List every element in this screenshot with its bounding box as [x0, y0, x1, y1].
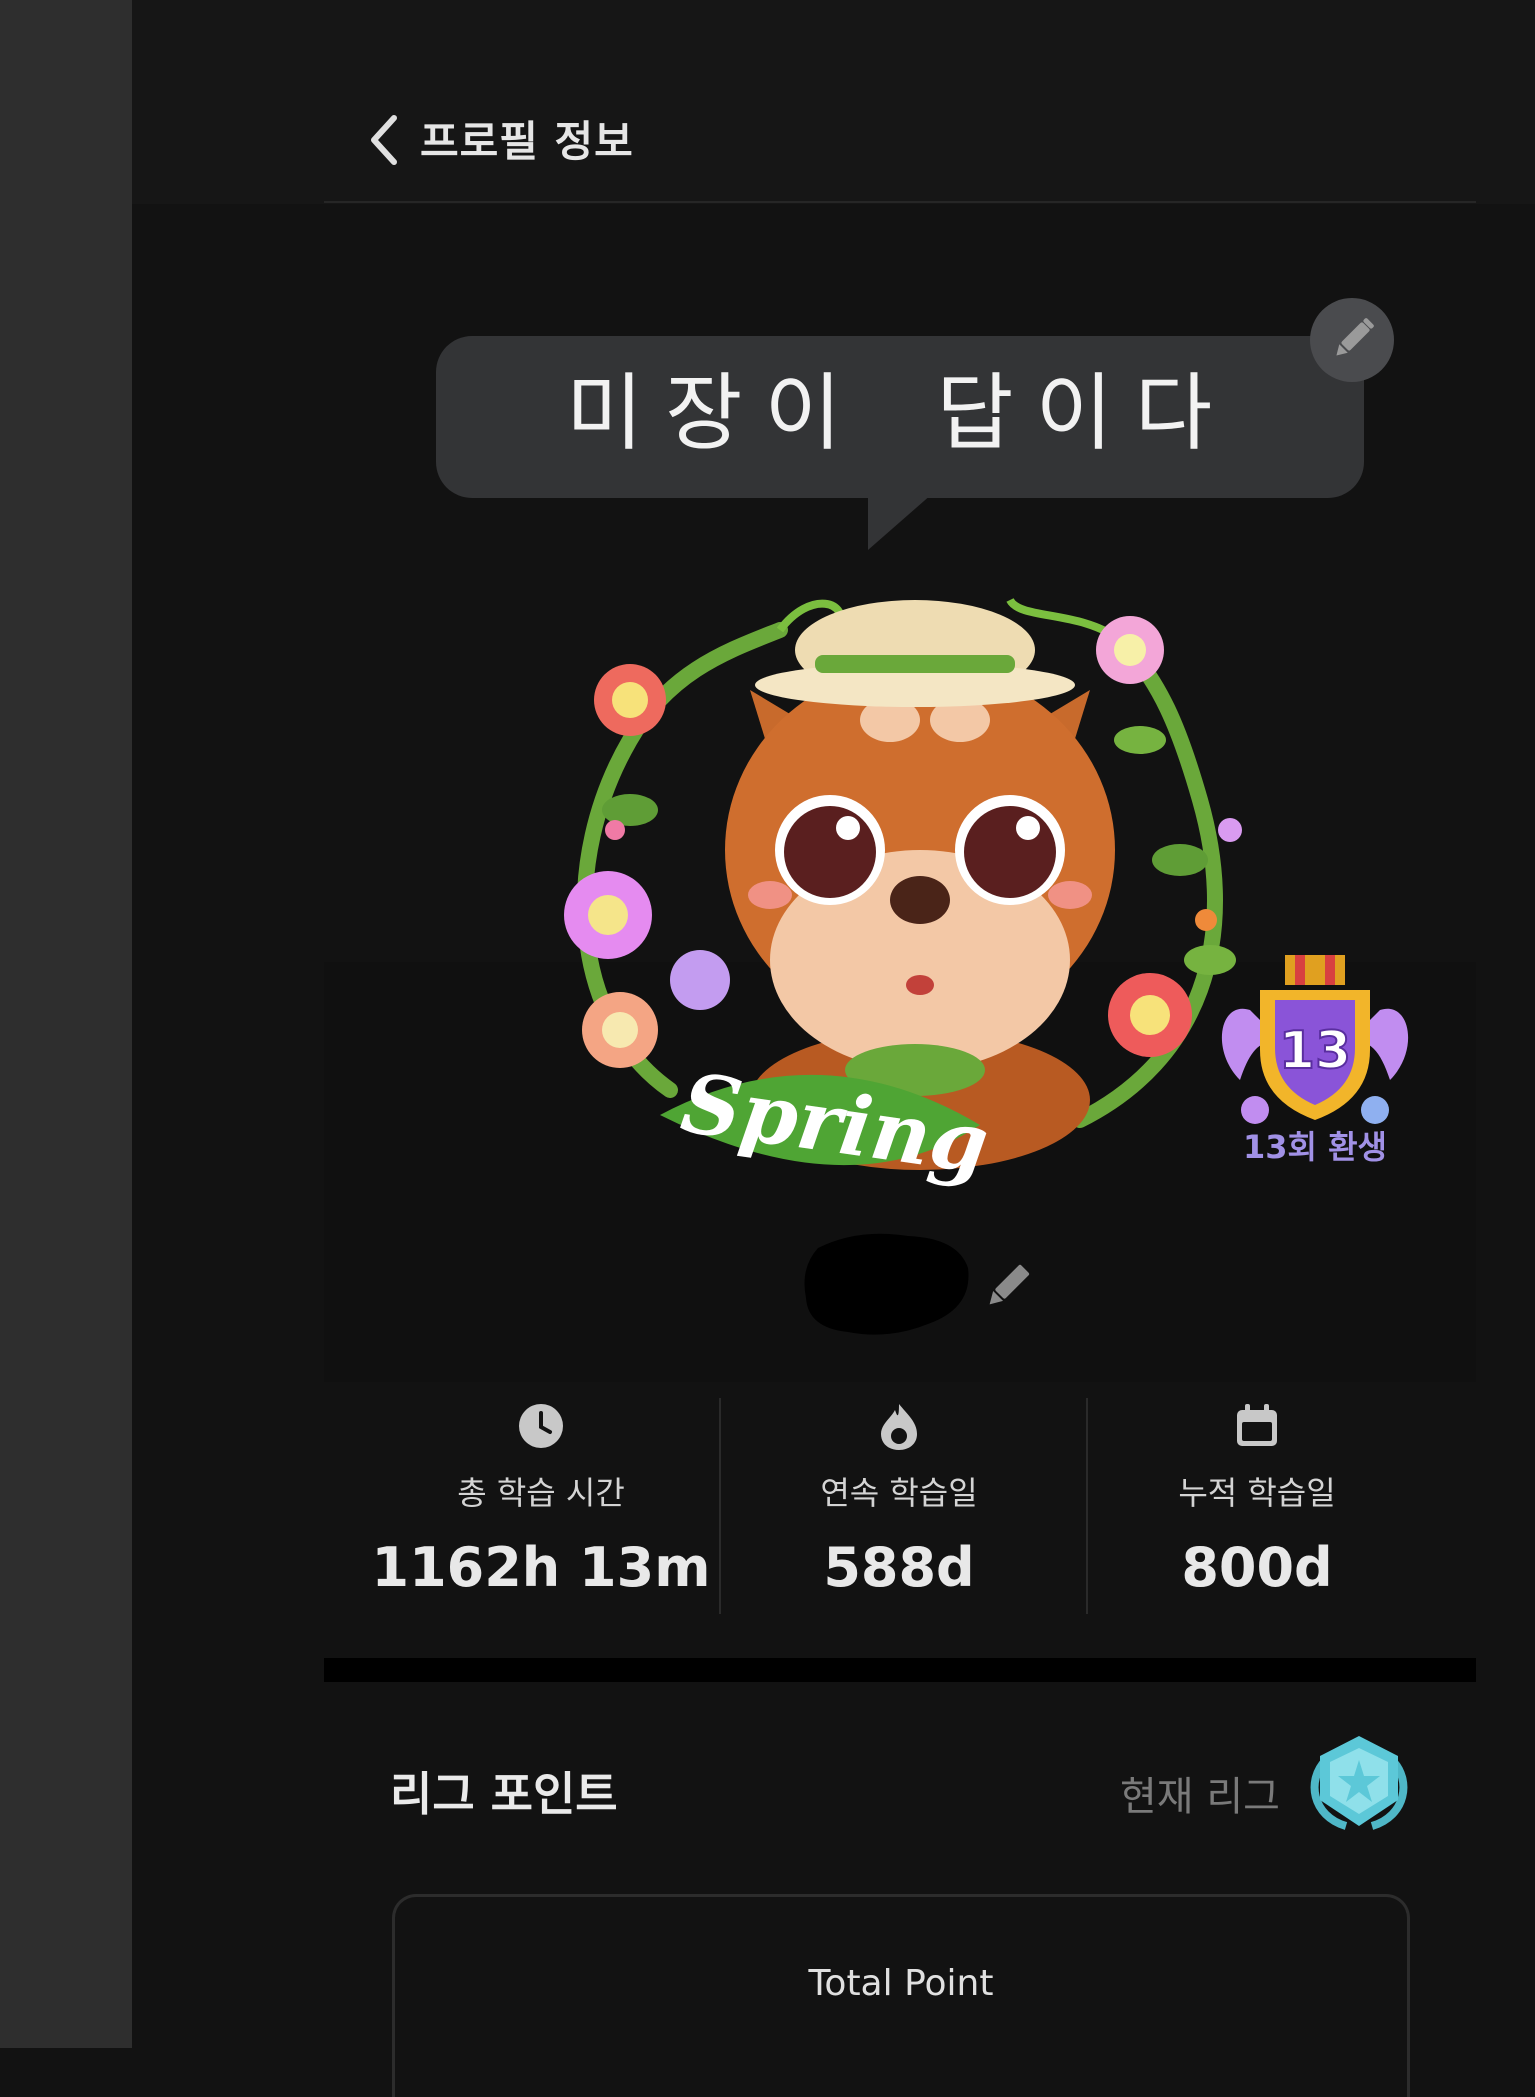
left-edge-strip	[0, 0, 132, 2048]
username-redacted	[798, 1228, 978, 1340]
speech-bubble-tail	[868, 494, 932, 550]
stat-value: 588d	[823, 1536, 975, 1599]
header-divider	[324, 201, 1476, 203]
league-emblem-icon[interactable]	[1306, 1730, 1412, 1836]
edit-message-button[interactable]	[1310, 298, 1394, 382]
speech-bubble-text: 미장이 답이다	[565, 364, 1235, 462]
fire-icon	[881, 1404, 917, 1450]
league-points-title: 리그 포인트	[390, 1767, 618, 1821]
back-button[interactable]	[360, 104, 416, 176]
stat-label: 누적 학습일	[1178, 1474, 1336, 1512]
edit-name-button[interactable]	[976, 1254, 1040, 1318]
rebirth-badge[interactable]: 13	[1210, 950, 1420, 1135]
avatar-illustration[interactable]: Spring	[520, 560, 1280, 1200]
stat-divider	[719, 1398, 721, 1614]
current-league-label[interactable]: 현재 리그	[1120, 1764, 1280, 1822]
total-point-card: Total Point	[392, 1894, 1410, 2097]
total-point-label: Total Point	[808, 1963, 994, 2004]
chevron-left-icon	[371, 115, 397, 165]
stat-value: 1162h 13m	[371, 1536, 711, 1599]
header-bar	[132, 0, 1535, 204]
section-separator	[324, 1658, 1476, 1682]
stat-label: 총 학습 시간	[457, 1474, 625, 1512]
stat-total-study-time: 총 학습 시간 1162h 13m	[371, 1400, 711, 1599]
stat-streak-days: 연속 학습일 588d	[729, 1400, 1069, 1599]
stat-label: 연속 학습일	[820, 1474, 978, 1512]
stat-value: 800d	[1181, 1536, 1333, 1599]
pencil-icon	[989, 1264, 1030, 1305]
rebirth-label: 13회 환생	[1243, 1128, 1387, 1166]
stat-cumulative-days: 누적 학습일 800d	[1087, 1400, 1427, 1599]
rebirth-number: 13	[1279, 1021, 1351, 1081]
pencil-icon	[1336, 318, 1374, 356]
clock-icon	[519, 1404, 563, 1448]
calendar-icon	[1237, 1404, 1277, 1446]
page-title: 프로필 정보	[420, 117, 634, 166]
